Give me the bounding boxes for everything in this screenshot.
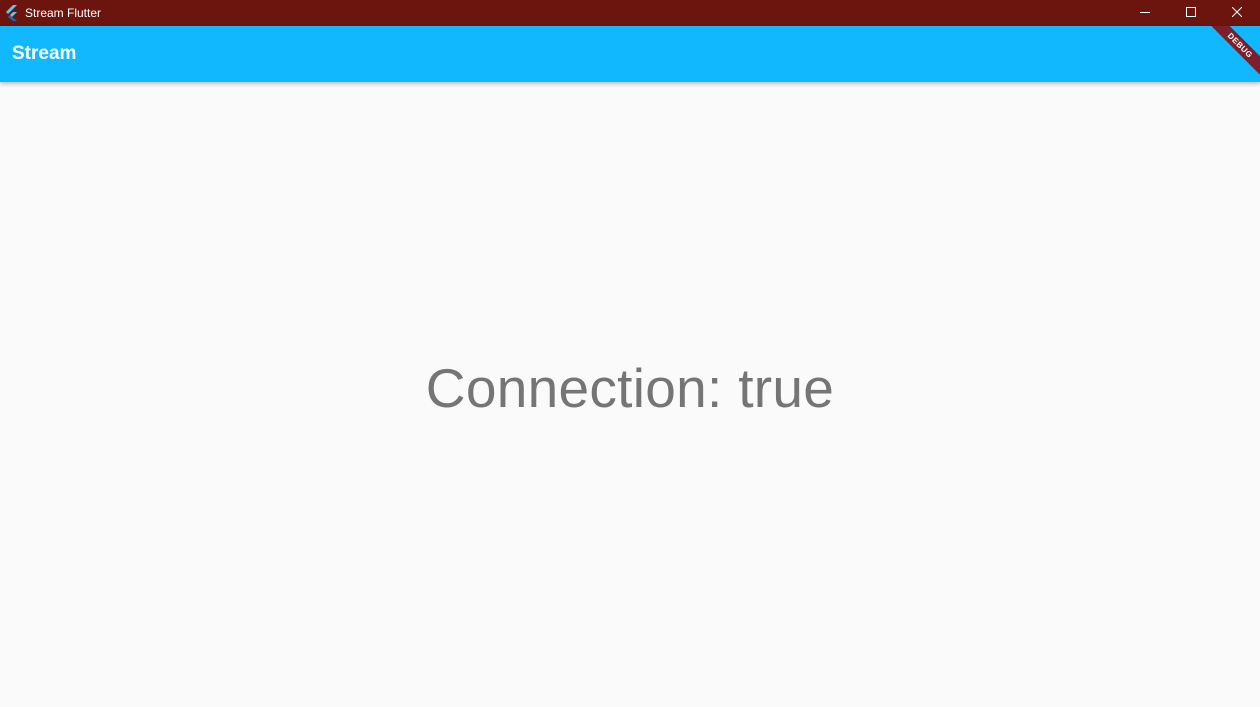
maximize-button[interactable] xyxy=(1168,0,1214,26)
close-button[interactable] xyxy=(1214,0,1260,26)
window-title: Stream Flutter xyxy=(25,6,102,20)
window-titlebar[interactable]: Stream Flutter xyxy=(0,0,1260,26)
window-controls xyxy=(1122,0,1260,26)
minimize-icon xyxy=(1140,4,1150,22)
main-content: Connection: true xyxy=(0,82,1260,707)
app-bar: Stream xyxy=(0,26,1260,82)
app-window: Stream Flutter Stream DEBUG Connection: … xyxy=(0,0,1260,707)
close-icon xyxy=(1231,4,1243,22)
connection-status-text: Connection: true xyxy=(425,356,835,419)
minimize-button[interactable] xyxy=(1122,0,1168,26)
page-title: Stream xyxy=(12,43,77,64)
flutter-logo-icon xyxy=(5,5,19,21)
maximize-icon xyxy=(1186,4,1196,22)
